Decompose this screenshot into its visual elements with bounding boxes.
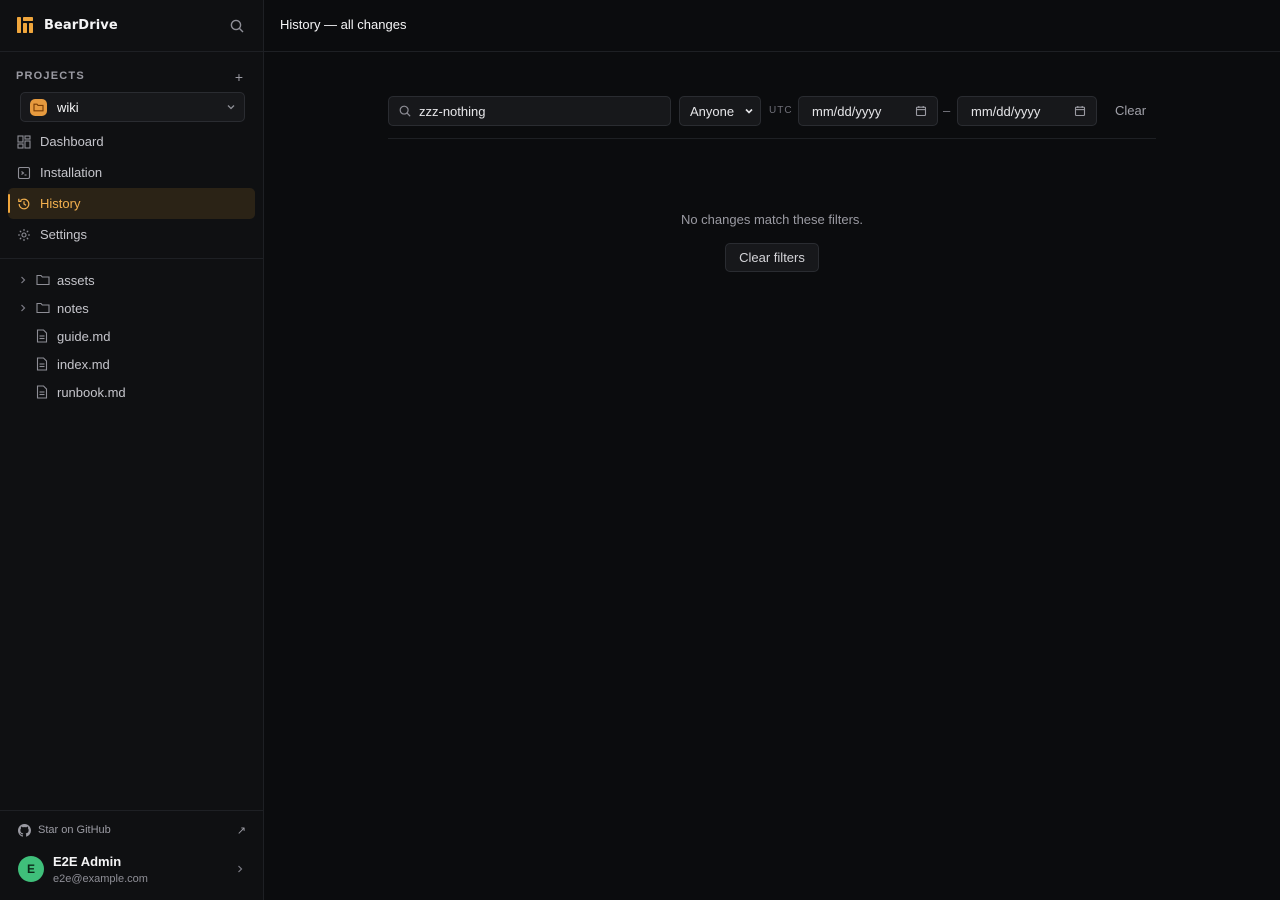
tree-item-label: notes — [57, 300, 89, 316]
chevron-down-icon — [226, 100, 236, 115]
history-filters: Anyone UTC mm/dd/yyyy – mm/dd/yyyy Clear — [388, 96, 1156, 126]
divider — [0, 258, 263, 259]
user-meta: E2E Admin e2e@example.com — [53, 854, 234, 885]
divider — [0, 810, 263, 811]
file-icon — [36, 357, 50, 371]
tree-file-runbook[interactable]: runbook.md — [16, 378, 256, 406]
file-tree: assets notes guide.md index.md runbook.m… — [16, 266, 256, 406]
tree-item-label: runbook.md — [57, 384, 126, 400]
folder-icon — [36, 301, 50, 315]
chevron-down-icon — [744, 106, 754, 116]
tree-file-guide[interactable]: guide.md — [16, 322, 256, 350]
tree-folder-notes[interactable]: notes — [16, 294, 256, 322]
sidebar-item-label: Settings — [40, 227, 87, 242]
page-title: History — all changes — [280, 17, 407, 32]
tree-folder-assets[interactable]: assets — [16, 266, 256, 294]
sidebar-item-label: History — [40, 196, 81, 211]
sidebar-item-installation[interactable]: Installation — [8, 157, 255, 188]
chevron-right-icon — [234, 864, 246, 874]
sidebar-item-settings[interactable]: Settings — [8, 219, 255, 250]
divider — [0, 51, 263, 52]
folder-icon — [36, 273, 50, 287]
project-name: wiki — [57, 99, 79, 115]
sidebar: BearDrive PROJECTS + wiki Dashboard Inst… — [0, 0, 264, 900]
clear-filters-button[interactable]: Clear filters — [725, 243, 819, 272]
dashboard-icon — [17, 134, 31, 149]
project-folder-icon — [30, 98, 47, 116]
project-select[interactable]: wiki — [20, 92, 245, 122]
search-input[interactable] — [419, 103, 659, 119]
user-menu[interactable]: E E2E Admin e2e@example.com — [18, 850, 246, 888]
file-icon — [36, 329, 50, 343]
sidebar-item-label: Installation — [40, 165, 103, 180]
divider — [388, 138, 1156, 139]
date-to-placeholder: mm/dd/yyyy — [971, 103, 1041, 119]
github-star-link[interactable]: Star on GitHub ↗ — [18, 822, 246, 838]
tree-item-label: assets — [57, 272, 95, 288]
app-name: BearDrive — [44, 17, 118, 33]
search-field[interactable] — [388, 96, 671, 126]
author-select[interactable]: Anyone — [679, 96, 761, 126]
sidebar-item-history[interactable]: History — [8, 188, 255, 219]
user-email: e2e@example.com — [53, 872, 148, 885]
empty-state-message: No changes match these filters. — [680, 212, 864, 227]
sidebar-item-dashboard[interactable]: Dashboard — [8, 126, 255, 157]
date-to-input[interactable]: mm/dd/yyyy — [957, 96, 1097, 126]
projects-label: PROJECTS — [16, 70, 85, 82]
calendar-icon[interactable] — [1074, 105, 1086, 117]
user-name: E2E Admin — [53, 853, 122, 869]
tree-file-index[interactable]: index.md — [16, 350, 256, 378]
beardrive-logo-icon — [16, 16, 34, 34]
chevron-right-icon[interactable] — [16, 303, 30, 313]
avatar: E — [18, 856, 44, 882]
brand[interactable]: BearDrive — [16, 15, 118, 35]
author-select-value: Anyone — [690, 103, 735, 119]
file-icon — [36, 385, 50, 399]
github-icon — [18, 823, 31, 837]
calendar-icon[interactable] — [915, 105, 927, 117]
installation-icon — [17, 166, 31, 180]
date-from-input[interactable]: mm/dd/yyyy — [798, 96, 938, 126]
history-icon — [17, 197, 31, 211]
search-icon[interactable] — [228, 17, 246, 35]
gear-icon — [17, 228, 31, 242]
date-separator: – — [943, 103, 951, 118]
sidebar-item-label: Dashboard — [40, 134, 104, 149]
date-from-placeholder: mm/dd/yyyy — [812, 103, 882, 119]
github-label: Star on GitHub — [38, 824, 111, 836]
chevron-right-icon[interactable] — [16, 275, 30, 285]
clear-button[interactable]: Clear — [1115, 103, 1146, 118]
tree-item-label: guide.md — [57, 328, 111, 344]
topbar: History — all changes — [264, 0, 1280, 52]
search-icon — [399, 105, 411, 117]
tree-item-label: index.md — [57, 356, 110, 372]
add-project-button[interactable]: + — [231, 69, 247, 85]
timezone-label: UTC — [769, 105, 793, 116]
sidebar-nav: Dashboard Installation History Settings — [8, 126, 255, 250]
external-link-icon: ↗ — [236, 824, 246, 837]
